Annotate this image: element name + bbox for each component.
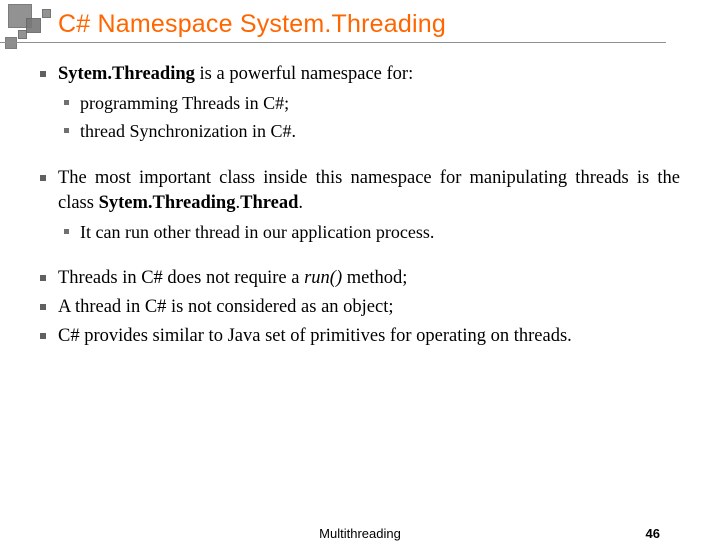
bullet-item: The most important class inside this nam… bbox=[36, 166, 680, 244]
bullet-text-italic: run() bbox=[304, 268, 342, 288]
decor-square bbox=[42, 9, 51, 18]
slide-header: C# Namespace System.Threading bbox=[0, 0, 720, 48]
title-underline bbox=[0, 42, 666, 43]
bullet-text-bold: Sytem.Threading bbox=[99, 193, 236, 213]
bullet-text: . bbox=[298, 193, 303, 213]
decor-square bbox=[18, 30, 27, 39]
slide-body: Sytem.Threading is a powerful namespace … bbox=[0, 48, 720, 349]
page-number: 46 bbox=[646, 526, 660, 541]
bullet-text-bold: Sytem.Threading bbox=[58, 64, 195, 84]
footer-label: Multithreading bbox=[319, 526, 401, 541]
bullet-text-bold: Thread bbox=[240, 193, 298, 213]
bullet-item: Threads in C# does not require a run() m… bbox=[36, 266, 680, 291]
bullet-text: method; bbox=[342, 268, 407, 288]
bullet-item: C# provides similar to Java set of primi… bbox=[36, 324, 680, 349]
bullet-item: Sytem.Threading is a powerful namespace … bbox=[36, 62, 680, 144]
decor-square bbox=[5, 37, 17, 49]
bullet-text: is a powerful namespace for: bbox=[195, 64, 413, 84]
bullet-item: A thread in C# is not considered as an o… bbox=[36, 295, 680, 320]
decor-square bbox=[26, 18, 41, 33]
sub-bullet-item: programming Threads in C#; bbox=[58, 91, 680, 115]
slide-title: C# Namespace System.Threading bbox=[58, 10, 446, 39]
sub-bullet-item: It can run other thread in our applicati… bbox=[58, 220, 680, 244]
sub-bullet-item: thread Synchronization in C#. bbox=[58, 119, 680, 143]
bullet-text: Threads in C# does not require a bbox=[58, 268, 304, 288]
